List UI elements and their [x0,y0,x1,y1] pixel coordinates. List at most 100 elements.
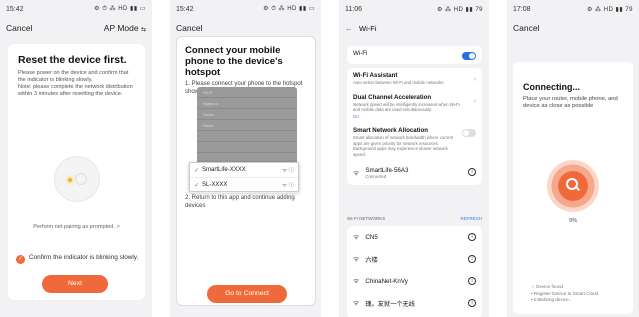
bullet-icon: • [531,297,533,302]
chevron-right-icon: › [473,97,476,105]
status-icons: ⚙ ⏱ ⁂ HD ▮▮ ▭ [263,6,315,12]
indicator-light-icon [68,178,72,182]
status-bar: 15:42 ⚙ ⏱ ⁂ HD ▮▮ ▭ [0,0,152,18]
status-bar: 17:08 ⚙ ⁂ HD ▮▮ 79 [507,0,639,18]
wifi-settings-screen: 11:06 ⚙ ⁂ HD ▮▮ 79 ← Wi-Fi Wi-Fi Wi-Fi A… [339,0,489,317]
connected-network-row[interactable]: ᯤ SmartLife-56A3 Connected i [347,161,482,185]
hotspot-name: SmartLife-XXXX [202,167,246,173]
step-label: Register Device to Smart Cloud [533,290,599,296]
hotspot-item: ✓ SmartLife-XXXX ᯤ ⓘ [190,163,298,178]
wifi-icon: ᯤ [353,277,360,285]
wifi-options-card: Wi-Fi Assistant Auto select between Wi-F… [347,68,482,185]
network-name: 六楼 [365,256,378,264]
device-illustration [54,156,100,202]
hotspot-item: ✓ SL-XXXX ᯤ ⓘ [190,178,298,193]
switch-mode-icon: ⇆ [140,27,146,33]
wifi-assistant-row[interactable]: Wi-Fi Assistant Auto select between Wi-F… [347,68,482,90]
pairing-prompt-link[interactable]: Perform net pairing as prompted. > [8,224,145,230]
info-icon[interactable]: i [468,255,476,263]
progress-percent: 9% [569,218,577,224]
illustration-row: Sigmo.io [197,98,297,109]
smart-allocation-row: Smart Network Allocation Smart allocatio… [347,123,482,161]
connecting-description: Place your router, mobile phone, and dev… [523,96,618,109]
check-icon: ✓ [16,255,25,264]
page-title: Connecting... [523,82,580,92]
info-icon[interactable]: i [468,299,476,307]
reset-device-screen: 15:42 ⚙ ⏱ ⁂ HD ▮▮ ▭ Cancel AP Mode ⇆ Res… [0,0,152,317]
confirm-checkbox[interactable]: ✓ Confirm the indicator is blinking slow… [16,254,142,264]
dual-channel-label: Dual Channel Acceleration [353,93,432,101]
hotspot-card: Connect your mobile phone to the device'… [176,36,316,306]
step-label: Initializing device... [533,297,573,302]
nav-bar: Cancel [507,18,639,38]
wifi-assistant-label: Wi-Fi Assistant [353,72,398,79]
page-title: Reset the device first. [18,54,127,66]
cancel-button[interactable]: Cancel [513,23,539,33]
nav-bar: Cancel [170,18,321,38]
info-icon[interactable]: i [468,277,476,285]
smart-allocation-label: Smart Network Allocation [353,127,429,134]
search-progress-indicator [547,160,599,212]
connecting-screen: 17:08 ⚙ ⁂ HD ▮▮ 79 Cancel Connecting... … [507,0,639,317]
illustration-row [197,131,297,142]
reset-description: Please power on the device and confirm t… [18,70,133,97]
wifi-icon: ᯤ [353,255,360,263]
hotspot-name: SL-XXXX [202,182,228,188]
nav-bar: Cancel AP Mode ⇆ [0,18,152,38]
dual-channel-sub: Network speed will be intelligently incr… [353,101,460,113]
connecting-card: Connecting... Place your router, mobile … [513,62,633,314]
check-icon: ✓ [194,182,200,189]
network-item[interactable]: ᯤ ChinaNet-KnVy i [347,270,482,292]
cancel-button[interactable]: Cancel [176,23,202,33]
info-icon[interactable]: i [468,168,476,176]
page-title: Wi-Fi [359,23,377,33]
step-label: Device found [536,284,563,289]
status-icons: ⚙ ⁂ HD ▮▮ 79 [587,6,633,13]
status-bar: 11:06 ⚙ ⁂ HD ▮▮ 79 [339,0,489,18]
chevron-right-icon: › [473,76,476,83]
ap-mode-button[interactable]: AP Mode ⇆ [104,23,146,33]
wifi-toggle[interactable] [462,52,476,60]
status-time: 15:42 [176,5,194,13]
illustration-row [197,142,297,153]
smart-allocation-toggle[interactable] [462,129,476,137]
wifi-icon: ᯤ [353,233,360,241]
wifi-toggle-row: Wi-Fi [347,46,482,64]
status-bar: 15:42 ⚙ ⏱ ⁂ HD ▮▮ ▭ [170,0,321,18]
network-name: CN5 [365,233,378,241]
refresh-button[interactable]: REFRESH [460,216,482,221]
ap-mode-label: AP Mode [103,23,139,33]
status-icons: ⚙ ⁂ HD ▮▮ 79 [437,6,483,13]
wifi-info-icon: ᯤ ⓘ [281,183,294,189]
check-icon: ✓ [531,284,535,289]
status-time: 15:42 [6,5,24,13]
network-item[interactable]: ᯤ 六楼 i [347,248,482,270]
illustration-row: Home [197,109,297,120]
wifi-icon: ᯤ [353,299,360,307]
go-to-connect-button[interactable]: Go to Connect [207,285,287,303]
wifi-info-icon: ᯤ ⓘ [281,168,294,174]
wifi-icon: ᯤ [353,169,360,177]
confirm-label: Confirm the indicator is blinking slowly… [29,254,139,261]
status-icons: ⚙ ⏱ ⁂ HD ▮▮ ▭ [94,6,146,12]
network-item[interactable]: ᯤ CN5 i [347,226,482,248]
page-title: Connect your mobile phone to the device'… [185,45,283,78]
back-arrow-icon[interactable]: ← [345,24,353,33]
next-button[interactable]: Next [42,275,108,293]
info-icon[interactable]: i [468,233,476,241]
status-time: 11:06 [345,5,362,13]
networks-list: ᯤ CN5 i ᯤ 六楼 i ᯤ ChinaNet-KnVy i ᯤ 瑰。友就一… [347,226,482,317]
network-name: 瑰。友就一个无线 [365,300,415,308]
network-item[interactable]: ᯤ 瑰。友就一个无线 i [347,292,482,314]
cancel-button[interactable]: Cancel [6,23,32,33]
connection-steps: ✓ Device found • Register Device to Smar… [531,284,598,304]
wifi-label: Wi-Fi [353,50,368,57]
connected-status: Connected [365,174,387,179]
bullet-icon: • [531,290,533,296]
search-icon [566,178,578,190]
check-icon: ✓ [194,167,200,174]
dual-channel-row[interactable]: Dual Channel Acceleration Network speed … [347,90,482,124]
hotspot-list-popup: ✓ SmartLife-XXXX ᯤ ⓘ ✓ SL-XXXX ᯤ ⓘ [189,162,299,193]
pairing-prompt-label: Perform net pairing as prompted. [33,224,115,230]
dual-channel-go-link[interactable]: Go [353,114,476,120]
